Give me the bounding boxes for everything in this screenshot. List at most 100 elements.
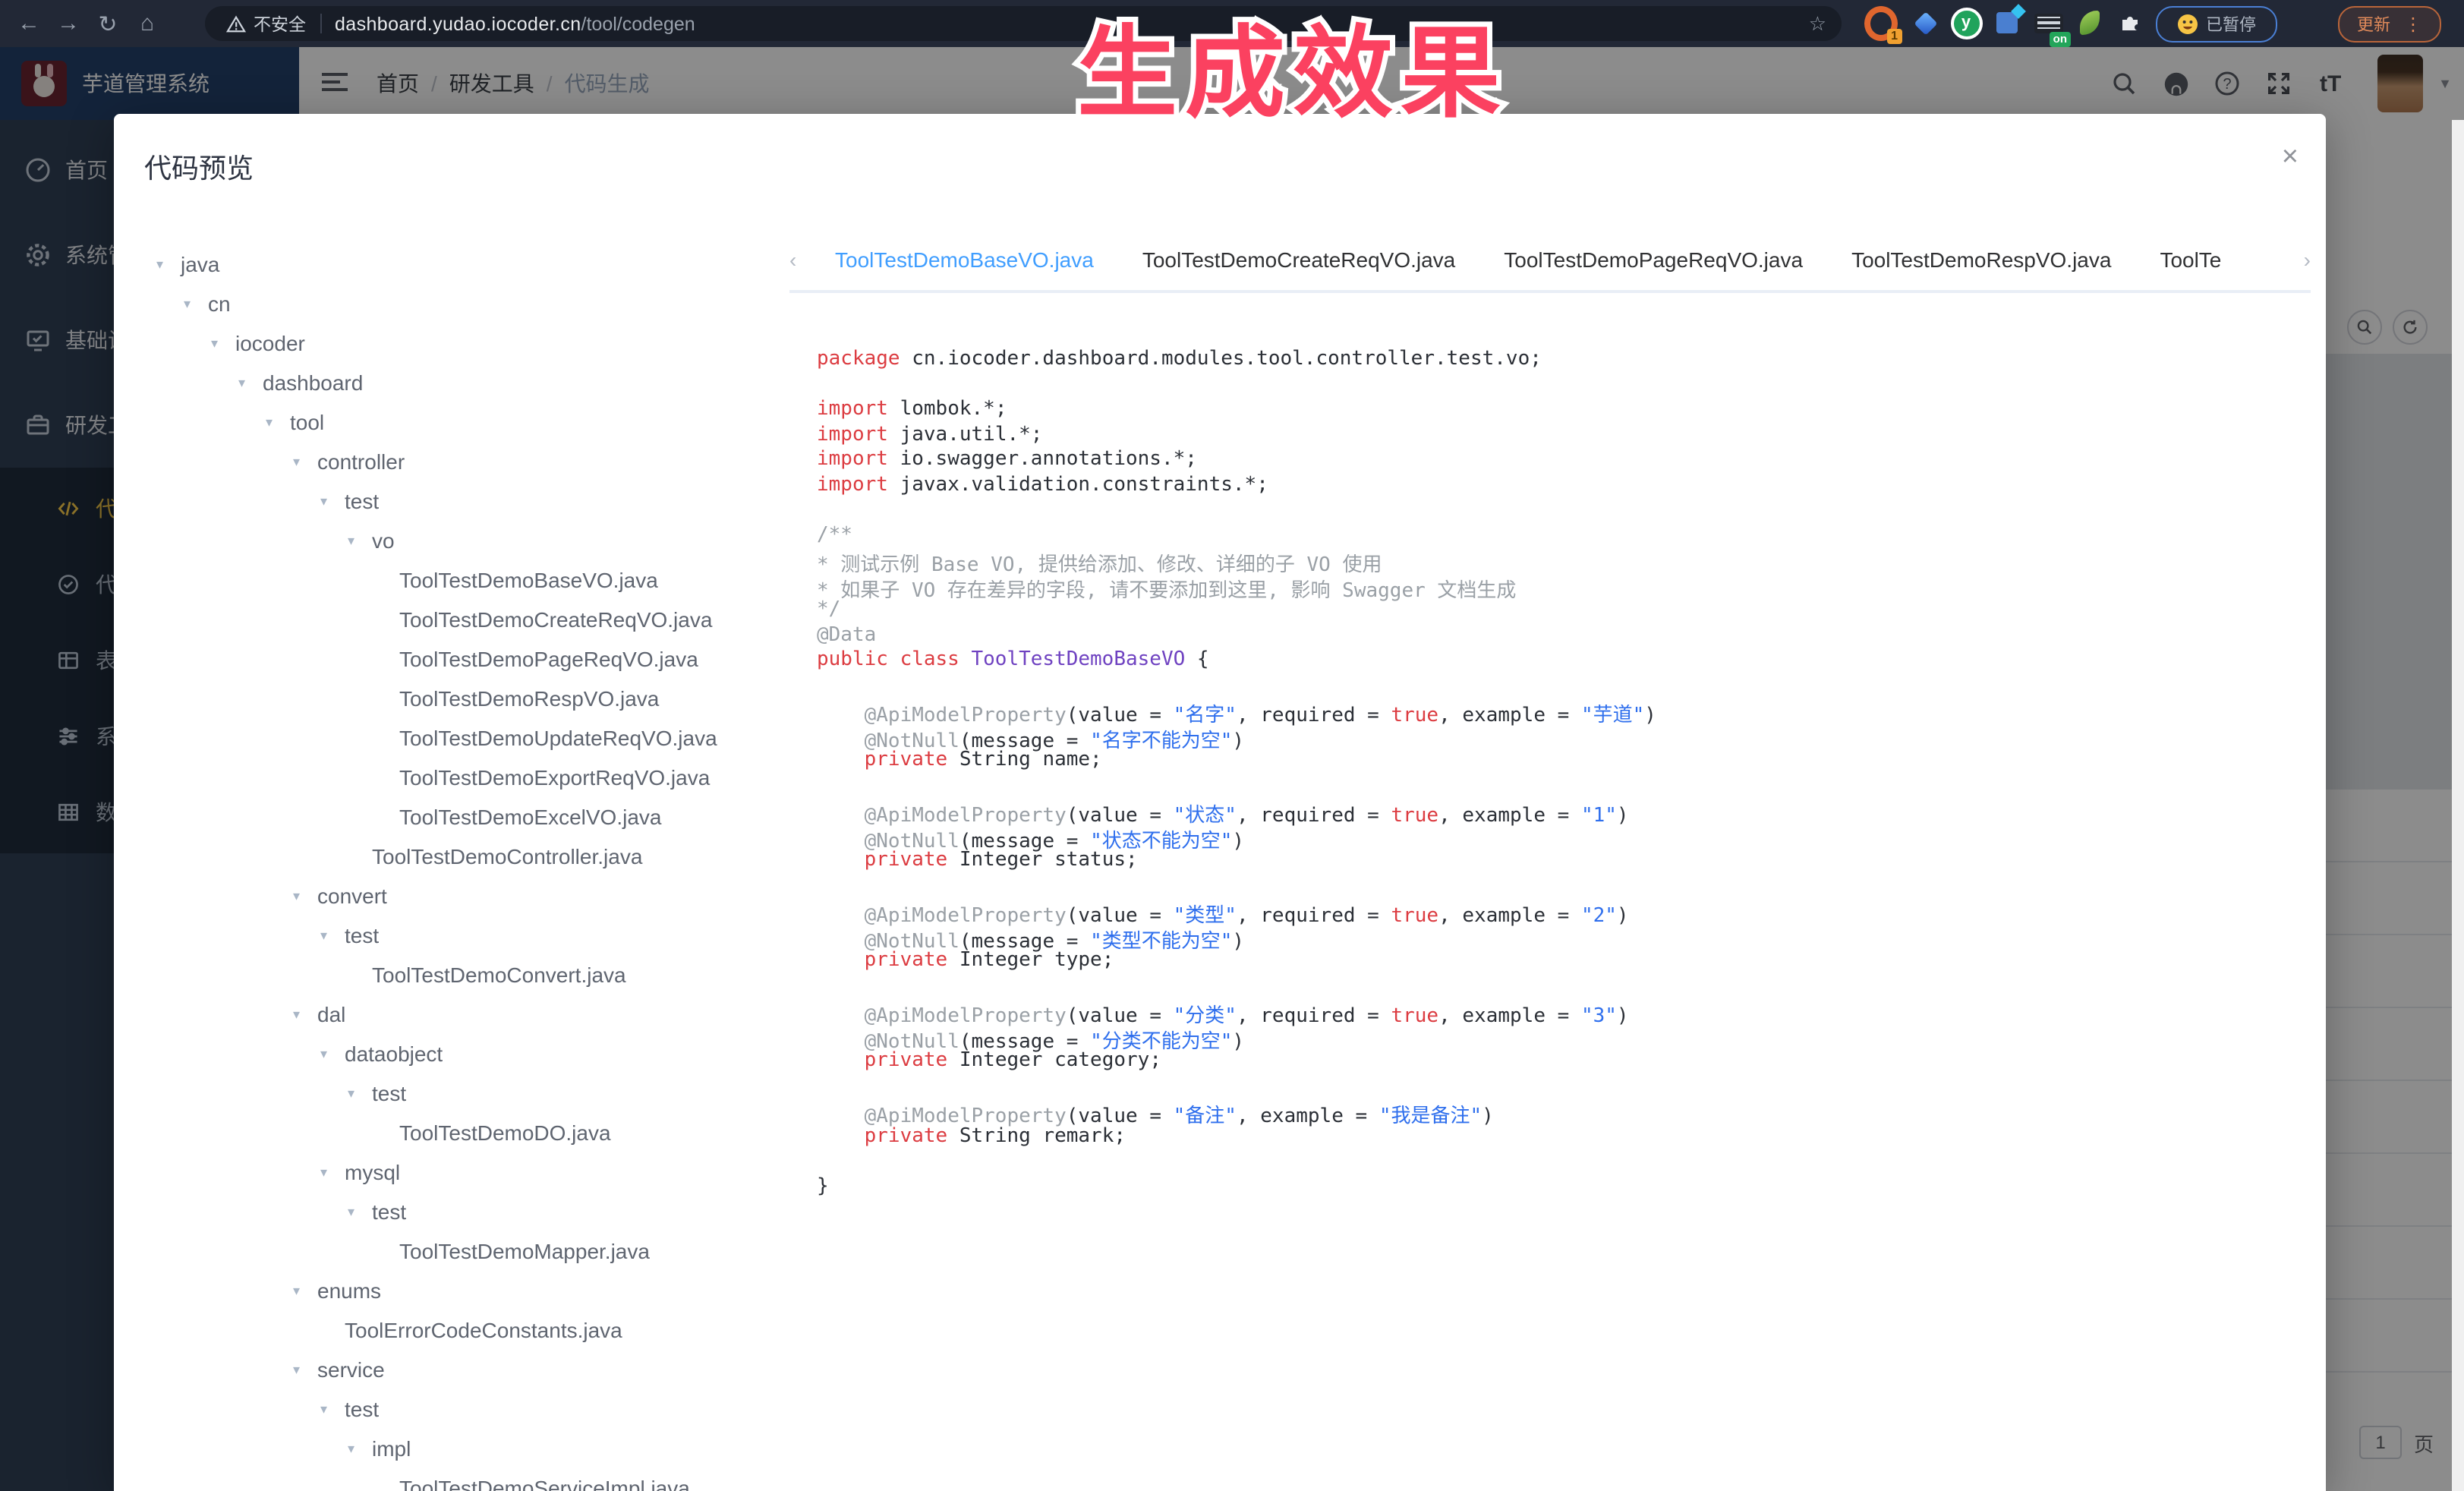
- tree-caret-icon[interactable]: ▾: [320, 1045, 345, 1062]
- paused-label: 已暂停: [2206, 12, 2256, 36]
- tree-folder[interactable]: ▾controller: [144, 442, 789, 481]
- browser-toolbar: ← → ↻ ⌂ 不安全 dashboard.yudao.iocoder.cn/t…: [0, 0, 2464, 47]
- tree-label: ToolTestDemoBaseVO.java: [399, 568, 658, 592]
- not-secure-label: 不安全: [254, 11, 306, 36]
- tree-caret-icon[interactable]: ▾: [348, 1085, 372, 1102]
- extension-blue-squares-icon[interactable]: [1990, 6, 2024, 39]
- tree-caret-icon[interactable]: ▾: [348, 532, 372, 549]
- tree-label: ToolTestDemoExcelVO.java: [399, 805, 662, 829]
- tree-label: ToolTestDemoMapper.java: [399, 1239, 650, 1263]
- tree-file[interactable]: ToolTestDemoBaseVO.java: [144, 560, 789, 600]
- tree-file[interactable]: ToolTestDemoExcelVO.java: [144, 797, 789, 837]
- browser-menu-dots-icon[interactable]: ⋮: [2404, 14, 2422, 35]
- bookmark-star-icon[interactable]: ☆: [1809, 11, 1826, 36]
- code-line: @ApiModelProperty(value = "类型", required…: [817, 899, 2286, 924]
- tree-file[interactable]: ToolTestDemoDO.java: [144, 1113, 789, 1152]
- close-icon[interactable]: ×: [2282, 141, 2299, 175]
- tree-folder[interactable]: ▾impl: [144, 1429, 789, 1468]
- extension-orange-ring-icon[interactable]: 1: [1864, 6, 1898, 39]
- tree-caret-icon[interactable]: ▾: [238, 374, 263, 391]
- code-line: import io.swagger.annotations.*;: [817, 448, 2286, 473]
- file-tab[interactable]: ToolTestDemoBaseVO.java: [811, 229, 1118, 290]
- tree-file[interactable]: ToolTestDemoRespVO.java: [144, 679, 789, 718]
- tree-file[interactable]: ToolErrorCodeConstants.java: [144, 1310, 789, 1350]
- tree-folder[interactable]: ▾test: [144, 481, 789, 521]
- tree-file[interactable]: ToolTestDemoConvert.java: [144, 955, 789, 995]
- tree-folder[interactable]: ▾mysql: [144, 1152, 789, 1192]
- tree-caret-icon[interactable]: ▾: [320, 1164, 345, 1181]
- tree-file[interactable]: ToolTestDemoPageReqVO.java: [144, 639, 789, 679]
- extension-paused-pill[interactable]: 已暂停: [2156, 6, 2277, 43]
- file-tab[interactable]: ToolTestDemoPageReqVO.java: [1479, 229, 1827, 290]
- file-tab[interactable]: ToolTestDemoRespVO.java: [1827, 229, 2135, 290]
- browser-home-icon[interactable]: ⌂: [128, 11, 167, 36]
- tree-folder[interactable]: ▾test: [144, 916, 789, 955]
- tabs-next-icon[interactable]: ›: [2304, 229, 2311, 290]
- tree-caret-icon[interactable]: ▾: [320, 493, 345, 509]
- extensions-puzzle-icon[interactable]: [2113, 6, 2147, 39]
- tree-caret-icon[interactable]: ▾: [293, 887, 317, 904]
- extension-leaf-icon[interactable]: [2072, 6, 2106, 39]
- tree-caret-icon[interactable]: ▾: [266, 414, 290, 430]
- page-scrollbar[interactable]: [2452, 120, 2464, 1491]
- browser-back-icon[interactable]: ←: [9, 11, 49, 36]
- tree-label: impl: [372, 1436, 411, 1461]
- tree-caret-icon[interactable]: ▾: [348, 1203, 372, 1220]
- tree-caret-icon[interactable]: ▾: [348, 1440, 372, 1457]
- code-viewer: package cn.iocoder.dashboard.modules.too…: [789, 293, 2326, 1199]
- url-path: /tool/codegen: [581, 13, 695, 34]
- tree-caret-icon[interactable]: ▾: [320, 1401, 345, 1417]
- tree-caret-icon[interactable]: ▾: [293, 1282, 317, 1299]
- tree-file[interactable]: ToolTestDemoServiceImpl.java: [144, 1468, 789, 1491]
- file-tabs: ToolTestDemoBaseVO.javaToolTestDemoCreat…: [811, 229, 2311, 290]
- tree-folder[interactable]: ▾iocoder: [144, 323, 789, 363]
- tree-folder[interactable]: ▾tool: [144, 402, 789, 442]
- tree-label: service: [317, 1357, 385, 1382]
- tree-folder[interactable]: ▾test: [144, 1192, 789, 1231]
- tree-caret-icon[interactable]: ▾: [156, 256, 181, 273]
- tree-file[interactable]: ToolTestDemoController.java: [144, 837, 789, 876]
- extension-list-on-icon[interactable]: on: [2031, 6, 2065, 39]
- code-pane: ‹ ToolTestDemoBaseVO.javaToolTestDemoCre…: [789, 211, 2326, 1491]
- tree-folder[interactable]: ▾vo: [144, 521, 789, 560]
- tree-label: ToolTestDemoDO.java: [399, 1121, 611, 1145]
- tree-caret-icon[interactable]: ▾: [211, 335, 235, 351]
- address-bar[interactable]: 不安全 dashboard.yudao.iocoder.cn/tool/code…: [205, 6, 1842, 41]
- url-host: dashboard.yudao.iocoder.cn: [335, 13, 581, 34]
- browser-forward-icon[interactable]: →: [49, 11, 88, 36]
- tree-label: tool: [290, 410, 324, 434]
- tree-caret-icon[interactable]: ▾: [293, 1006, 317, 1023]
- tree-label: java: [181, 252, 219, 276]
- tree-label: ToolTestDemoUpdateReqVO.java: [399, 726, 717, 750]
- browser-reload-icon[interactable]: ↻: [88, 10, 128, 37]
- tree-label: ToolTestDemoConvert.java: [372, 963, 626, 987]
- code-line: @ApiModelProperty(value = "名字", required…: [817, 698, 2286, 723]
- extension-blue-gem-icon[interactable]: [1908, 6, 1942, 39]
- tree-folder[interactable]: ▾java: [144, 244, 789, 284]
- tree-folder[interactable]: ▾test: [144, 1073, 789, 1113]
- tree-folder[interactable]: ▾test: [144, 1389, 789, 1429]
- tree-folder[interactable]: ▾convert: [144, 876, 789, 916]
- tree-file[interactable]: ToolTestDemoMapper.java: [144, 1231, 789, 1271]
- code-line: package cn.iocoder.dashboard.modules.too…: [817, 348, 2286, 373]
- tree-caret-icon[interactable]: ▾: [293, 1361, 317, 1378]
- tree-file[interactable]: ToolTestDemoExportReqVO.java: [144, 758, 789, 797]
- extension-green-circle-icon[interactable]: y: [1949, 6, 1983, 39]
- file-tab[interactable]: ToolTestDemoCreateReqVO.java: [1118, 229, 1479, 290]
- tree-label: dataobject: [345, 1042, 443, 1066]
- tree-folder[interactable]: ▾service: [144, 1350, 789, 1389]
- tree-file[interactable]: ToolTestDemoCreateReqVO.java: [144, 600, 789, 639]
- code-line: @Data: [817, 623, 2286, 648]
- file-tab[interactable]: ToolTe: [2135, 229, 2245, 290]
- tree-caret-icon[interactable]: ▾: [320, 927, 345, 944]
- tabs-prev-icon[interactable]: ‹: [789, 247, 811, 272]
- tree-folder[interactable]: ▾cn: [144, 284, 789, 323]
- browser-update-button[interactable]: 更新 ⋮: [2338, 6, 2441, 43]
- tree-folder[interactable]: ▾dataobject: [144, 1034, 789, 1073]
- tree-caret-icon[interactable]: ▾: [184, 295, 208, 312]
- tree-file[interactable]: ToolTestDemoUpdateReqVO.java: [144, 718, 789, 758]
- tree-folder[interactable]: ▾enums: [144, 1271, 789, 1310]
- tree-folder[interactable]: ▾dashboard: [144, 363, 789, 402]
- tree-folder[interactable]: ▾dal: [144, 995, 789, 1034]
- tree-caret-icon[interactable]: ▾: [293, 453, 317, 470]
